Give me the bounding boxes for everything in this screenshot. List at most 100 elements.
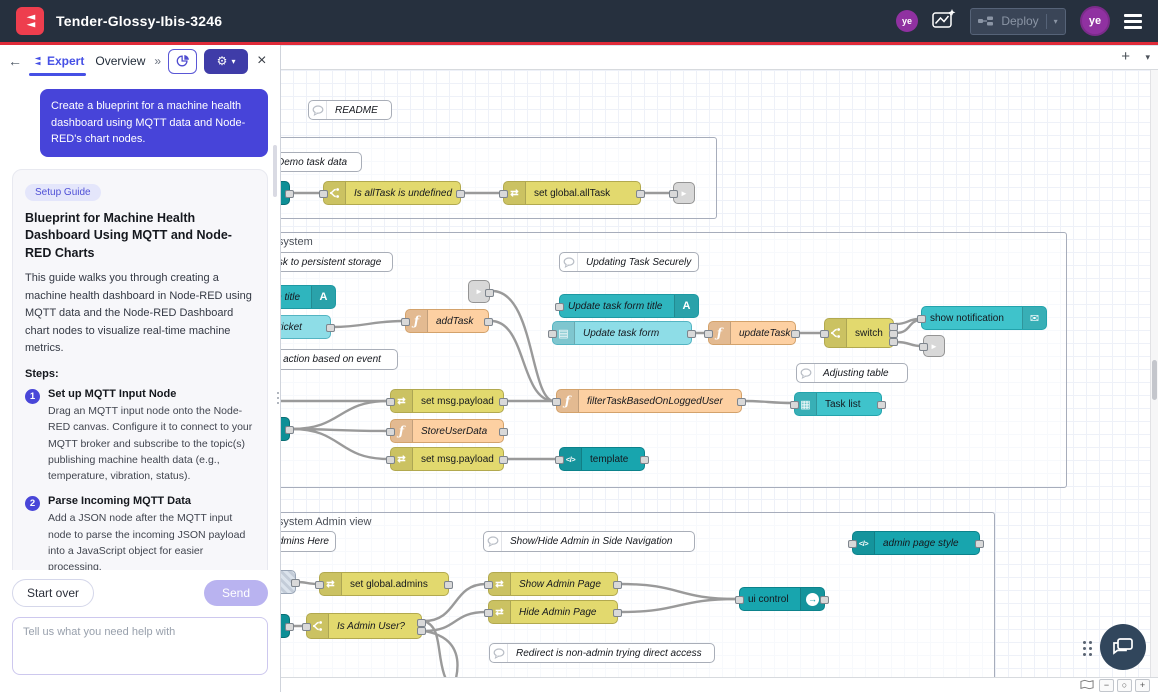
output-port[interactable]: [444, 581, 453, 589]
add-flow-button[interactable]: +: [1121, 48, 1130, 65]
flow-canvas[interactable]: + ▾ − ○ + Task management systemTask man…: [280, 45, 1158, 692]
flow-list-caret-icon[interactable]: ▾: [1145, 52, 1150, 63]
input-port[interactable]: [548, 330, 557, 338]
node-switch-1[interactable]: switch: [824, 318, 894, 348]
node-add-ticket[interactable]: ▤Add ticket: [280, 315, 331, 339]
node-is-admin-user[interactable]: Is Admin User?: [306, 613, 422, 639]
node-set-msg-payload-1[interactable]: ⇄set msg.payload: [390, 389, 504, 413]
output-port[interactable]: [613, 581, 622, 589]
canvas-vscrollbar[interactable]: [1150, 70, 1158, 677]
input-port[interactable]: [820, 330, 829, 338]
input-port[interactable]: [555, 456, 564, 464]
node-stub-2[interactable]: [280, 417, 290, 441]
help-input[interactable]: [12, 617, 268, 675]
deploy-button[interactable]: Deploy ▾: [970, 8, 1066, 35]
start-over-button[interactable]: Start over: [12, 579, 94, 607]
ai-assistant-icon[interactable]: [932, 9, 956, 33]
node-add-task-form-title[interactable]: Add task form titleA: [280, 285, 336, 309]
input-port[interactable]: [319, 190, 328, 198]
assistant-fab-grip[interactable]: [1083, 641, 1092, 656]
main-menu-icon[interactable]: [1124, 14, 1142, 29]
output-port[interactable]: [499, 398, 508, 406]
back-button[interactable]: ←: [8, 53, 22, 69]
node-stub-1[interactable]: [280, 181, 290, 205]
node-filter-task[interactable]: ƒfilterTaskBasedOnLoggedUser: [556, 389, 742, 413]
node-show-admin-page[interactable]: ⇄Show Admin Page: [488, 572, 618, 596]
input-port[interactable]: [484, 609, 493, 617]
zoom-out-button[interactable]: −: [1099, 679, 1114, 692]
input-port[interactable]: [401, 318, 410, 326]
output-port[interactable]: [737, 398, 746, 406]
node-readme[interactable]: README: [308, 100, 392, 120]
user-avatar[interactable]: ye: [1080, 6, 1110, 36]
output-port[interactable]: [499, 456, 508, 464]
output-port[interactable]: [877, 401, 886, 409]
node-admin-page-style[interactable]: </>admin page style: [852, 531, 980, 555]
output-port[interactable]: [975, 540, 984, 548]
output-port[interactable]: [417, 627, 426, 635]
zoom-reset-button[interactable]: ○: [1117, 679, 1132, 692]
node-redirect-comment[interactable]: Redirect is non-admin trying direct acce…: [489, 643, 715, 663]
input-port[interactable]: [917, 315, 926, 323]
output-port[interactable]: [285, 426, 294, 434]
assistant-conversation[interactable]: Create a blueprint for a machine health …: [0, 77, 280, 570]
zoom-in-button[interactable]: +: [1135, 679, 1150, 692]
output-port[interactable]: [687, 330, 696, 338]
node-action-event-comment[interactable]: Take action based on event: [280, 349, 398, 370]
panel-resize-grip[interactable]: [277, 392, 279, 404]
panel-scrollbar-thumb[interactable]: [273, 145, 277, 197]
node-add-admins-comment[interactable]: Add Admins Here: [280, 531, 336, 552]
input-port[interactable]: [386, 428, 395, 436]
canvas-vscrollbar-thumb[interactable]: [1152, 360, 1157, 400]
node-save-task-comment[interactable]: Save task to persistent storage: [280, 252, 393, 272]
output-port[interactable]: [499, 428, 508, 436]
input-port[interactable]: [919, 343, 928, 351]
flow-group-demo-task-data[interactable]: [280, 137, 717, 219]
node-stub-hatched[interactable]: [280, 570, 296, 594]
node-adjusting-table-comment[interactable]: Adjusting table: [796, 363, 908, 383]
input-port[interactable]: [499, 190, 508, 198]
node-showhide-admin-comment[interactable]: Show/Hide Admin in Side Navigation: [483, 531, 695, 552]
input-port[interactable]: [790, 401, 799, 409]
assistant-chat-fab[interactable]: [1100, 624, 1146, 670]
send-button[interactable]: Send: [204, 580, 268, 606]
node-update-task-form[interactable]: ▤Update task form: [552, 321, 692, 345]
output-port[interactable]: [636, 190, 645, 198]
node-is-alltask-undefined[interactable]: Is allTask is undefined: [323, 181, 461, 205]
settings-dropdown-button[interactable]: ⚙▾: [204, 49, 248, 74]
output-port[interactable]: [791, 330, 800, 338]
tabs-overflow-chevron[interactable]: »: [154, 54, 161, 68]
input-port[interactable]: [386, 456, 395, 464]
node-update-task-form-title[interactable]: Update task form titleA: [559, 294, 699, 318]
node-stub-3[interactable]: [280, 614, 290, 638]
input-port[interactable]: [552, 398, 561, 406]
output-port[interactable]: [484, 318, 493, 326]
node-task-list[interactable]: ▦Task list: [794, 392, 882, 416]
output-port[interactable]: [285, 190, 294, 198]
output-port[interactable]: [291, 579, 300, 587]
output-port[interactable]: [613, 609, 622, 617]
input-port[interactable]: [302, 623, 311, 631]
output-port[interactable]: [485, 289, 494, 297]
node-updatetask[interactable]: ƒupdateTask: [708, 321, 796, 345]
navigator-button[interactable]: [1078, 679, 1096, 692]
node-addtask[interactable]: ƒaddTask: [405, 309, 489, 333]
flowfuse-logo-icon[interactable]: [16, 7, 44, 35]
node-set-msg-payload-2[interactable]: ⇄set msg.payload: [390, 447, 504, 471]
input-port[interactable]: [484, 581, 493, 589]
usage-pie-button[interactable]: [168, 49, 197, 74]
node-template[interactable]: </>template: [559, 447, 645, 471]
node-show-notification[interactable]: show notification✉: [921, 306, 1047, 330]
input-port[interactable]: [315, 581, 324, 589]
input-port[interactable]: [848, 540, 857, 548]
output-port[interactable]: [889, 330, 898, 338]
node-storeuserdata[interactable]: ƒStoreUserData: [390, 419, 504, 443]
output-port[interactable]: [417, 619, 426, 627]
node-link-out-2[interactable]: ►: [923, 335, 945, 357]
node-link-call-1[interactable]: ►: [468, 280, 490, 303]
output-port[interactable]: [456, 190, 465, 198]
input-port[interactable]: [555, 303, 564, 311]
node-hide-admin-page[interactable]: ⇄Hide Admin Page: [488, 600, 618, 624]
node-ui-control[interactable]: ui control→: [739, 587, 825, 611]
node-set-global-admins[interactable]: ⇄set global.admins: [319, 572, 449, 596]
